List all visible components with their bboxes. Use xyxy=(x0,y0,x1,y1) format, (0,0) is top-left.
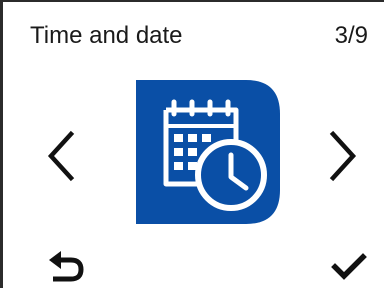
page-indicator: 3/9 xyxy=(334,22,368,49)
time-and-date-tile[interactable] xyxy=(136,80,280,224)
back-arrow-icon xyxy=(49,251,84,282)
previous-button[interactable] xyxy=(43,130,79,182)
settings-screen: Time and date 3/9 xyxy=(0,0,384,288)
chevron-left-icon xyxy=(47,130,75,182)
checkmark-icon xyxy=(331,253,367,280)
confirm-button[interactable] xyxy=(329,250,369,286)
chevron-right-icon xyxy=(329,130,357,182)
page-title: Time and date xyxy=(30,22,183,49)
next-button[interactable] xyxy=(325,130,361,182)
back-button[interactable] xyxy=(47,250,87,286)
calendar-clock-icon xyxy=(136,80,280,224)
